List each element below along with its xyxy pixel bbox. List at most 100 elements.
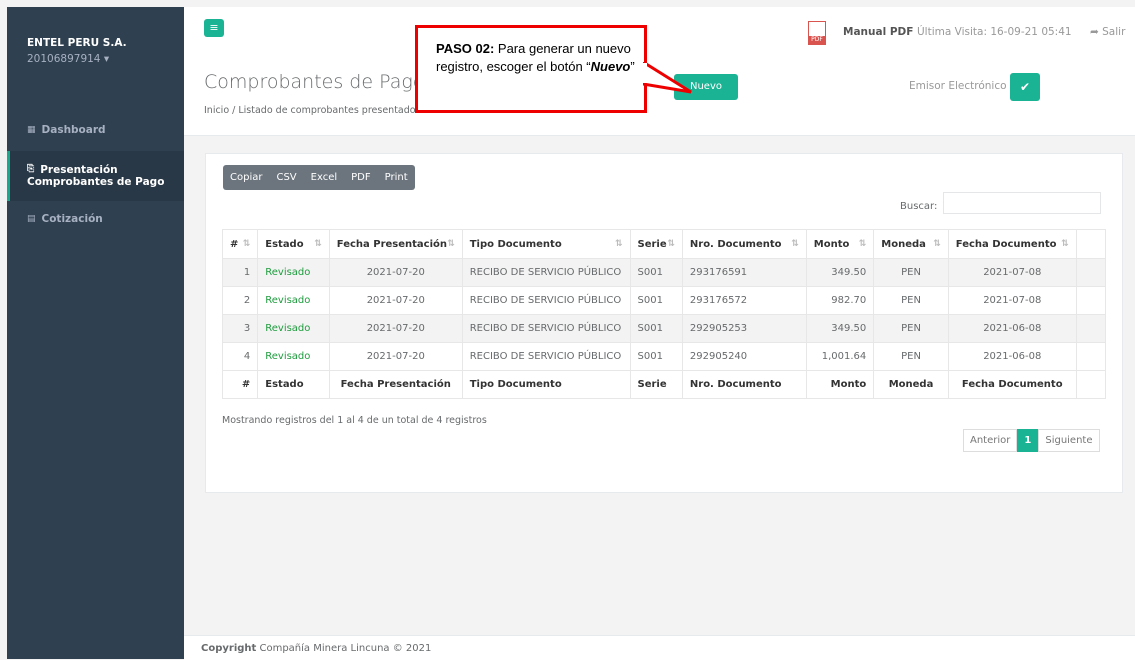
col-header-extra (1075, 229, 1107, 259)
table-row[interactable]: 4 Revisado 2021-07-20 RECIBO DE SERVICIO… (221, 342, 1107, 371)
table-row[interactable]: 3 Revisado 2021-07-20 RECIBO DE SERVICIO… (221, 314, 1107, 343)
page-title: Comprobantes de Pago (204, 71, 425, 93)
sidebar-item-cotizacion[interactable]: ▤ Cotización (7, 205, 184, 232)
dashboard-icon: ▦ (27, 124, 36, 135)
callout-end: ” (630, 59, 635, 74)
sidebar-item-dashboard[interactable]: ▦ Dashboard (7, 116, 184, 143)
col-header-fecha-documento[interactable]: Fecha Documento ⇅ (947, 229, 1077, 259)
cell-extra (1075, 258, 1107, 287)
cell-fecha-presentacion: 2021-07-20 (328, 286, 463, 315)
profile: ENTEL PERU S.A. 20106897914 ▾ (7, 7, 184, 90)
callout-arrow (643, 62, 692, 94)
sidebar-item-comprobantes[interactable]: ⎘ Presentación Comprobantes de Pago (7, 151, 184, 201)
footer-serie: Serie (629, 370, 683, 399)
sidebar-item-label: Presentación (40, 164, 118, 176)
col-header-nro-documento[interactable]: Nro. Documento ⇅ (681, 229, 807, 259)
content-panel: Copiar CSV Excel PDF Print Buscar: # ⇅ Es… (205, 153, 1123, 493)
cell-num: 1 (221, 258, 259, 287)
cell-nro-documento: 293176591 (681, 258, 807, 287)
callout-emphasis: Nuevo (590, 59, 631, 74)
sidebar: ENTEL PERU S.A. 20106897914 ▾ ▦ Dashboar… (7, 7, 184, 659)
cell-tipo-documento: RECIBO DE SERVICIO PÚBLICO (461, 314, 631, 343)
next-page-button[interactable]: Siguiente (1038, 429, 1100, 452)
document-icon: ▤ (27, 213, 36, 224)
cell-moneda: PEN (873, 258, 949, 287)
footer-tipo-documento: Tipo Documento (461, 370, 631, 399)
footer-extra (1075, 370, 1107, 399)
last-visit: Última Visita: 16-09-21 05:41 (917, 26, 1072, 38)
table-row[interactable]: 1 Revisado 2021-07-20 RECIBO DE SERVICIO… (221, 258, 1107, 287)
search-label: Buscar: (900, 201, 938, 212)
col-header-moneda[interactable]: Moneda ⇅ (873, 229, 949, 259)
csv-button[interactable]: CSV (269, 165, 303, 190)
cell-fecha-presentacion: 2021-07-20 (328, 258, 463, 287)
cell-moneda: PEN (873, 342, 949, 371)
footer-fecha-documento: Fecha Documento (947, 370, 1077, 399)
table-footer-row: # Estado Fecha Presentación Tipo Documen… (221, 370, 1107, 399)
table-info: Mostrando registros del 1 al 4 de un tot… (222, 415, 487, 426)
pdf-button[interactable]: PDF (344, 165, 377, 190)
cell-num: 2 (221, 286, 259, 315)
cell-fecha-documento: 2021-07-08 (947, 258, 1077, 287)
pdf-icon[interactable]: PDF (808, 21, 826, 45)
cell-fecha-presentacion: 2021-07-20 (328, 342, 463, 371)
copy-button[interactable]: Copiar (223, 165, 269, 190)
col-header-num[interactable]: # ⇅ (221, 229, 259, 259)
cell-monto: 982.70 (805, 286, 875, 315)
pdf-icon-label: PDF (809, 36, 825, 44)
table-row[interactable]: 2 Revisado 2021-07-20 RECIBO DE SERVICIO… (221, 286, 1107, 315)
cell-nro-documento: 292905240 (681, 342, 807, 371)
cell-estado: Revisado (257, 258, 330, 287)
copyright-bold: Copyright (201, 643, 257, 654)
page-footer: Copyright Compañía Minera Lincuna © 2021 (184, 635, 1135, 660)
cell-extra (1075, 314, 1107, 343)
search-input[interactable] (943, 192, 1101, 214)
menu-toggle-button[interactable]: ≡ (204, 19, 224, 37)
col-header-tipo-documento[interactable]: Tipo Documento ⇅ (461, 229, 631, 259)
sidebar-item-label: Cotización (41, 212, 103, 225)
breadcrumb: Inicio / Listado de comprobantes present… (204, 105, 421, 116)
callout-step: PASO 02: (436, 41, 495, 56)
emisor-label: Emisor Electrónico (909, 80, 1007, 92)
prev-page-button[interactable]: Anterior (963, 429, 1018, 452)
print-button[interactable]: Print (378, 165, 415, 190)
pagination: Anterior 1 Siguiente (963, 429, 1100, 452)
manual-pdf-link[interactable]: Manual PDF (843, 26, 913, 38)
cell-num: 4 (221, 342, 259, 371)
footer-monto: Monto (805, 370, 875, 399)
excel-button[interactable]: Excel (304, 165, 345, 190)
cell-serie: S001 (629, 286, 683, 315)
cell-monto: 349.50 (805, 258, 875, 287)
cell-extra (1075, 286, 1107, 315)
cell-estado: Revisado (257, 286, 330, 315)
cell-fecha-documento: 2021-06-08 (947, 314, 1077, 343)
export-buttons: Copiar CSV Excel PDF Print (223, 165, 415, 190)
col-header-fecha-presentacion[interactable]: Fecha Presentación ⇅ (328, 229, 463, 259)
cell-fecha-presentacion: 2021-07-20 (328, 314, 463, 343)
footer-num: # (221, 370, 259, 399)
cell-nro-documento: 292905253 (681, 314, 807, 343)
logout-link[interactable]: ➦ Salir (1090, 26, 1125, 38)
instruction-callout: PASO 02: Para generar un nuevo registro,… (415, 25, 647, 113)
col-header-serie[interactable]: Serie ⇅ (629, 229, 683, 259)
col-header-monto[interactable]: Monto ⇅ (805, 229, 875, 259)
sidebar-item-label-2: Comprobantes de Pago (27, 176, 165, 188)
footer-estado: Estado (257, 370, 330, 399)
nuevo-button-label: Nuevo (689, 81, 722, 92)
topbar: ≡ PDF Manual PDF Última Visita: 16-09-21… (184, 7, 1135, 58)
cell-moneda: PEN (873, 314, 949, 343)
cell-extra (1075, 342, 1107, 371)
cell-fecha-documento: 2021-07-08 (947, 286, 1077, 315)
cell-estado: Revisado (257, 314, 330, 343)
ruc-dropdown[interactable]: 20106897914 ▾ (27, 53, 184, 65)
cell-monto: 1,001.64 (805, 342, 875, 371)
cell-serie: S001 (629, 342, 683, 371)
col-header-estado[interactable]: Estado ⇅ (257, 229, 330, 259)
cell-serie: S001 (629, 314, 683, 343)
cell-tipo-documento: RECIBO DE SERVICIO PÚBLICO (461, 342, 631, 371)
cell-estado: Revisado (257, 342, 330, 371)
footer-fecha-presentacion: Fecha Presentación (328, 370, 463, 399)
page-1-button[interactable]: 1 (1017, 429, 1039, 452)
emisor-check-button[interactable]: ✔ (1010, 73, 1040, 101)
cell-nro-documento: 293176572 (681, 286, 807, 315)
